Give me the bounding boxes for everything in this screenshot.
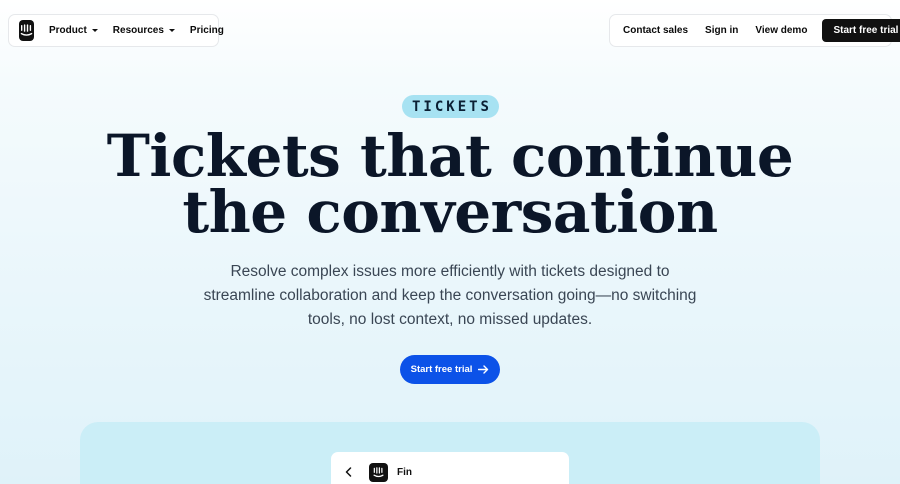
caret-down-icon: [168, 29, 175, 32]
fin-panel-header: Fin: [331, 452, 569, 484]
caret-down-icon: [91, 29, 98, 32]
intercom-logo-icon[interactable]: [19, 20, 34, 41]
intercom-logo-icon: [369, 462, 388, 482]
hero-subtitle: Resolve complex issues more efficiently …: [190, 260, 710, 332]
arrow-right-icon: [478, 365, 489, 374]
cta-label: Start free trial: [410, 364, 473, 375]
start-free-trial-button[interactable]: Start free trial: [400, 355, 500, 384]
view-demo-link[interactable]: View demo: [755, 25, 807, 36]
contact-sales-link[interactable]: Contact sales: [623, 25, 688, 36]
primary-nav: Product Resources Pricing: [8, 14, 224, 47]
secondary-nav: Contact sales Sign in View demo Start fr…: [609, 14, 900, 47]
start-free-trial-nav-button[interactable]: Start free trial: [822, 19, 900, 42]
subtitle-line-1: Resolve complex issues more efficiently …: [230, 263, 670, 280]
sign-in-link[interactable]: Sign in: [705, 25, 738, 36]
headline-line-2: the conversation: [182, 178, 718, 246]
nav-resources-label: Resources: [112, 25, 164, 36]
nav-product-label: Product: [49, 25, 87, 36]
nav-pricing[interactable]: Pricing: [190, 25, 224, 36]
hero-headline: Tickets that continue the conversation: [0, 122, 900, 246]
nav-pricing-label: Pricing: [189, 25, 224, 36]
tickets-badge: TICKETS: [402, 95, 499, 118]
subtitle-line-2: streamline collaboration and keep the co…: [203, 287, 697, 304]
nav-resources[interactable]: Resources: [113, 25, 175, 36]
chevron-left-icon[interactable]: [345, 467, 355, 477]
subtitle-line-3: tools, no lost context, no missed update…: [307, 311, 593, 328]
fin-title: Fin: [397, 466, 412, 478]
nav-product[interactable]: Product: [49, 25, 98, 36]
headline-line-1: Tickets that continue: [106, 122, 794, 190]
